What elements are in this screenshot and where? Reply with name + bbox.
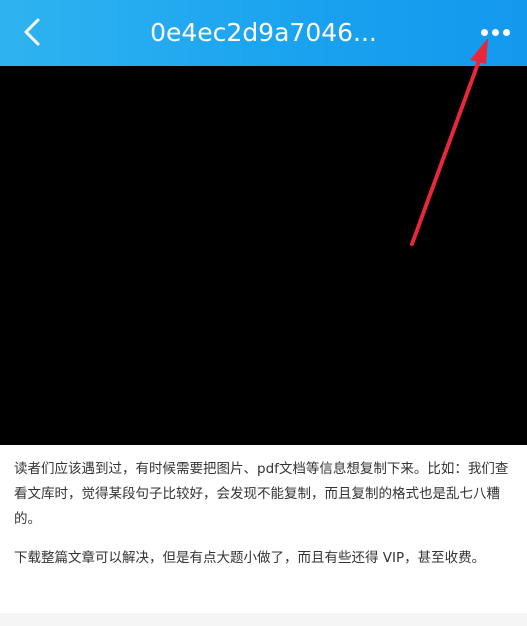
more-dots-icon (480, 28, 488, 36)
back-button[interactable] (12, 10, 52, 54)
article-text: 读者们应该遇到过，有时候需要把图片、pdf文档等信息想复制下来。比如：我们查看文… (0, 445, 527, 613)
more-dots-icon (491, 28, 499, 36)
chevron-left-icon (24, 18, 40, 46)
more-options-button[interactable] (473, 12, 517, 52)
article-paragraph: 下载整篇文章可以解决，但是有点大题小做了，而且有些还得 VIP，甚至收费。 (14, 550, 486, 566)
document-preview (0, 66, 527, 445)
top-app-bar: 0e4ec2d9a7046... (0, 0, 527, 66)
page-title: 0e4ec2d9a7046... (150, 18, 377, 47)
more-dots-icon (502, 28, 510, 36)
article-paragraph: 读者们应该遇到过，有时候需要把图片、pdf文档等信息想复制下来。比如：我们查看文… (14, 461, 509, 527)
